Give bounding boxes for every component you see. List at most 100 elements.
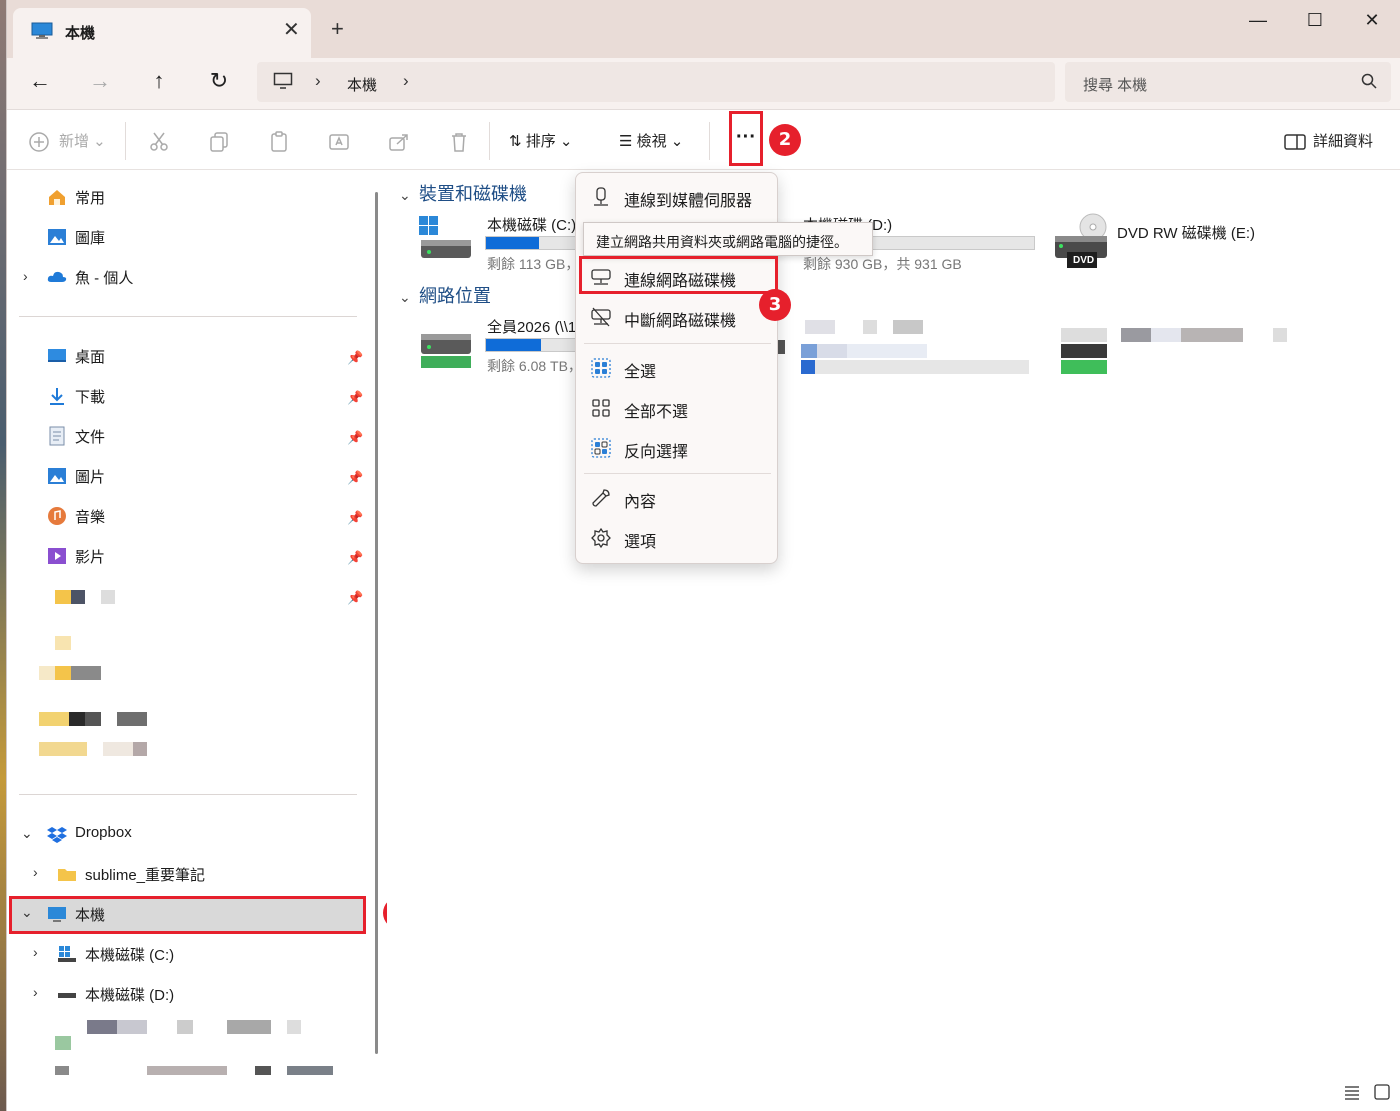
chevron-down-icon: ⌄ (399, 289, 411, 305)
maximize-button[interactable]: ☐ (1300, 10, 1330, 34)
wrench-icon (592, 489, 610, 507)
copy-icon[interactable] (207, 130, 231, 154)
rename-icon[interactable] (327, 130, 351, 154)
music-icon (48, 507, 66, 525)
chevron-right-icon[interactable]: › (33, 944, 38, 960)
minimize-button[interactable]: — (1243, 10, 1273, 34)
paste-icon[interactable] (267, 130, 291, 154)
sidebar-item-label: 圖片 (75, 469, 106, 486)
menu-item-label: 全部不選 (624, 404, 689, 421)
network-drive-icon (421, 334, 471, 368)
tab-close-icon[interactable]: ✕ (283, 17, 300, 42)
sort-button[interactable]: ⇅ 排序 ⌄ (509, 130, 573, 154)
drive-name: 全員2026 (\\1 (487, 319, 577, 336)
download-icon (50, 388, 64, 405)
sidebar-item-label: 本機磁碟 (D:) (85, 987, 175, 1004)
section-header-devices[interactable]: ⌄ 裝置和磁碟機 (399, 180, 527, 206)
chevron-down-icon: ⌄ (399, 187, 411, 203)
usage-bar (485, 338, 579, 352)
tiles-view-icon[interactable] (1373, 1083, 1391, 1101)
search-input[interactable]: 搜尋 本機 (1083, 74, 1147, 95)
details-button[interactable]: 詳細資料 (1313, 130, 1373, 154)
plus-circle-icon (29, 132, 49, 152)
step-marker-2: 2 (769, 124, 801, 156)
address-bar[interactable]: › 本機 › (257, 62, 1055, 102)
dropbox-icon (47, 827, 67, 843)
new-button[interactable]: 新增 ⌄ (59, 130, 106, 154)
divider (125, 122, 126, 160)
chevron-right-icon[interactable]: › (33, 864, 38, 880)
pin-icon[interactable]: 📌 (347, 550, 363, 566)
sidebar-scrollbar[interactable] (375, 192, 378, 1054)
view-icon: ☰ (619, 133, 633, 150)
pin-icon[interactable]: 📌 (347, 390, 363, 406)
select-none-icon (592, 399, 610, 417)
menu-item-label: 選項 (624, 534, 657, 551)
forward-button[interactable]: → (85, 68, 115, 98)
menu-item-disconnect-network-drive[interactable]: 中斷網路磁碟機 (576, 297, 777, 337)
disconnect-drive-icon (591, 307, 611, 327)
list-view-icon[interactable] (1343, 1083, 1361, 1101)
usage-fill (486, 237, 540, 249)
menu-item-label: 中斷網路磁碟機 (624, 313, 737, 330)
step-marker-3: 3 (759, 289, 791, 321)
document-icon (49, 426, 65, 446)
new-tab-button[interactable]: + (331, 16, 344, 42)
cut-icon[interactable] (147, 130, 171, 154)
menu-item-label: 內容 (624, 494, 657, 511)
pin-icon[interactable]: 📌 (347, 590, 363, 606)
file-explorer-window: 本機 ✕ + — ☐ ✕ ← → ↑ ↻ › 本機 › 搜尋 本機 新增 ⌄ ⇅… (6, 0, 1400, 1111)
share-icon[interactable] (387, 130, 411, 154)
desktop-folder-icon (48, 349, 66, 362)
menu-item-label: 連線到媒體伺服器 (624, 193, 753, 210)
section-header-network[interactable]: ⌄ 網路位置 (399, 282, 491, 308)
navigation-bar: ← → ↑ ↻ › 本機 › 搜尋 本機 (7, 58, 1400, 110)
dvd-badge: DVD (1073, 255, 1095, 266)
breadcrumb-chevron-icon[interactable]: › (315, 71, 321, 91)
section-title: 裝置和磁碟機 (419, 184, 527, 204)
monitor-icon (273, 72, 293, 89)
menu-divider (584, 343, 771, 344)
pin-icon[interactable]: 📌 (347, 430, 363, 446)
drive-name: 本機磁碟 (C:) (487, 217, 577, 234)
pin-icon[interactable]: 📌 (347, 510, 363, 526)
chevron-right-icon[interactable]: › (23, 268, 28, 284)
command-bar: 新增 ⌄ ⇅ 排序 ⌄ ☰ 檢視 ⌄ ··· 2 詳細資料 (7, 110, 1400, 170)
tab-this-pc[interactable]: 本機 ✕ (13, 8, 311, 58)
chevron-down-icon[interactable]: ⌄ (21, 904, 33, 921)
back-button[interactable]: ← (25, 68, 55, 98)
navigation-pane: 常用 圖庫 › 魚 - 個人 桌面 📌 下載 📌 文件 📌 圖片 📌 音樂 📌 … (7, 170, 415, 1091)
pin-icon[interactable]: 📌 (347, 350, 363, 366)
sidebar-item-label: 音樂 (75, 509, 106, 526)
sidebar-item-label: 本機 (75, 907, 106, 924)
sidebar-item-label: 桌面 (75, 349, 106, 366)
delete-icon[interactable] (447, 130, 471, 154)
pin-icon[interactable]: 📌 (347, 470, 363, 486)
close-window-button[interactable]: ✕ (1357, 10, 1387, 34)
menu-item-invert-selection[interactable]: 反向選擇 (576, 428, 777, 468)
pictures-icon (48, 468, 66, 484)
sidebar-item-label: 圖庫 (75, 230, 106, 247)
chevron-right-icon[interactable]: › (33, 984, 38, 1000)
divider (709, 122, 710, 160)
chevron-down-icon[interactable]: ⌄ (21, 825, 33, 842)
menu-item-connect-media-server[interactable]: 連線到媒體伺服器 (576, 177, 777, 217)
breadcrumb-chevron-icon[interactable]: › (403, 71, 409, 91)
up-button[interactable]: ↑ (144, 68, 174, 98)
menu-item-select-none[interactable]: 全部不選 (576, 388, 777, 428)
see-more-button[interactable]: ··· (729, 111, 763, 166)
menu-item-properties[interactable]: 內容 (576, 478, 777, 518)
breadcrumb-this-pc[interactable]: 本機 (347, 74, 377, 95)
sidebar-item-label: 常用 (75, 190, 106, 207)
monitor-icon (48, 907, 66, 922)
view-button[interactable]: ☰ 檢視 ⌄ (619, 130, 683, 154)
invert-selection-icon (591, 438, 611, 458)
search-box[interactable]: 搜尋 本機 (1065, 62, 1391, 102)
sidebar-item-label: sublime_重要筆記 (85, 867, 206, 884)
refresh-button[interactable]: ↻ (204, 68, 234, 98)
menu-item-options[interactable]: 選項 (576, 518, 777, 558)
menu-item-select-all[interactable]: 全選 (576, 348, 777, 388)
home-icon (49, 190, 65, 205)
sidebar-item-label: 影片 (75, 549, 106, 566)
sort-label: 排序 (525, 133, 556, 150)
